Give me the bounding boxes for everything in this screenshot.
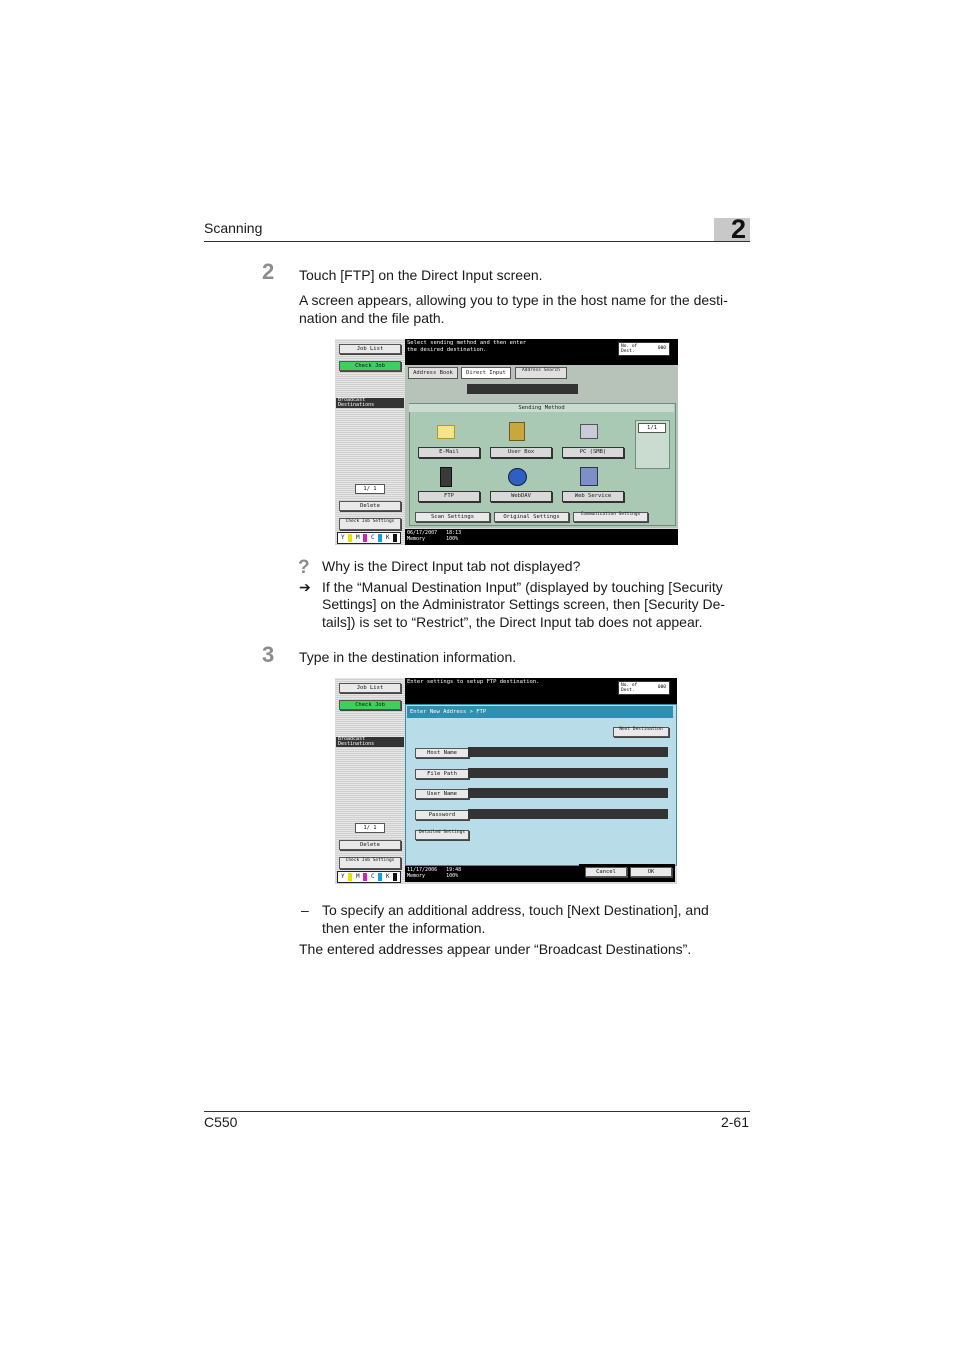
status-bar: 11/17/2006 19:48 Memory 100%	[405, 866, 581, 882]
toner-y-bar	[348, 873, 352, 881]
address-display	[467, 384, 578, 394]
password-field[interactable]	[468, 809, 668, 819]
footer-page-number: 2-61	[720, 1114, 749, 1130]
webdav-globe-icon	[508, 468, 527, 486]
pc-icon	[580, 424, 598, 439]
original-settings-button[interactable]: Original Settings	[494, 512, 569, 522]
next-destination-button[interactable]: Next Destination	[613, 727, 669, 737]
job-list-button[interactable]: Job List	[339, 344, 401, 354]
check-job-settings-button[interactable]: Check Job Settings	[339, 857, 401, 869]
header-rule	[204, 241, 750, 242]
footer-model: C550	[204, 1114, 238, 1130]
destination-count-value: 000	[657, 685, 666, 690]
screenshot-direct-input: Job List Check Job Broadcast Destination…	[335, 339, 678, 545]
password-button[interactable]: Password	[415, 810, 469, 820]
web-service-icon	[580, 467, 598, 486]
check-job-button[interactable]: Check Job	[339, 361, 401, 371]
toner-indicator: Y M C K	[337, 871, 401, 883]
status-memory-label: Memory	[407, 873, 426, 879]
toner-k-label: K	[386, 534, 390, 541]
tip-answer: Settings] on the Administrator Settings …	[322, 596, 726, 612]
toner-k-bar	[393, 534, 397, 542]
toner-c-label: C	[371, 534, 375, 541]
broadcast-destinations-label: Broadcast Destinations	[336, 398, 404, 408]
note-text: The entered addresses appear under “Broa…	[299, 941, 692, 957]
arrow-icon: ➔	[299, 579, 311, 595]
tip-answer: If the “Manual Destination Input” (displ…	[322, 579, 723, 595]
job-list-button[interactable]: Job List	[339, 683, 401, 693]
webdav-button[interactable]: WebDAV	[490, 491, 552, 502]
user-name-field[interactable]	[468, 788, 668, 798]
web-service-button[interactable]: Web Service	[562, 491, 624, 502]
toner-k-label: K	[386, 873, 390, 880]
destination-count: No. of Dest. 000	[618, 342, 670, 356]
email-button[interactable]: E-Mail	[418, 447, 480, 458]
toner-indicator: Y M C K	[337, 532, 401, 544]
tip-question: Why is the Direct Input tab not displaye…	[322, 558, 581, 574]
step-instruction: Touch [FTP] on the Direct Input screen.	[299, 267, 543, 283]
sending-method-title: Sending Method	[409, 404, 674, 412]
delete-button[interactable]: Delete	[339, 840, 401, 850]
section-title: Scanning	[204, 220, 263, 236]
question-icon: ?	[298, 557, 310, 578]
bullet-dash: –	[301, 902, 309, 918]
detailed-settings-button[interactable]: Detailed Settings	[415, 830, 469, 840]
toner-m-label: M	[356, 873, 360, 880]
file-path-field[interactable]	[468, 768, 668, 778]
bullet-text: then enter the information.	[322, 920, 486, 936]
status-memory-value: 100%	[446, 536, 459, 542]
ok-button[interactable]: OK	[630, 867, 672, 877]
check-job-button[interactable]: Check Job	[339, 700, 401, 710]
user-box-icon	[509, 422, 525, 441]
scan-settings-button[interactable]: Scan Settings	[415, 512, 490, 522]
tab-address-book[interactable]: Address Book	[408, 367, 458, 379]
broadcast-destinations-label: Broadcast Destinations	[336, 737, 404, 747]
page-indicator: 1/1	[638, 423, 666, 433]
file-path-button[interactable]: File Path	[415, 769, 469, 779]
toner-y-label: Y	[341, 534, 345, 541]
step-number: 3	[262, 642, 275, 667]
status-bar: 06/17/2007 18:13 Memory 100%	[405, 529, 678, 545]
host-name-button[interactable]: Host Name	[415, 748, 469, 758]
tab-address-search[interactable]: Address Search	[515, 367, 567, 379]
ftp-button[interactable]: FTP	[418, 491, 480, 502]
host-name-field[interactable]	[468, 747, 668, 757]
tip-answer: tails]) is set to “Restrict”, the Direct…	[322, 614, 703, 630]
toner-k-bar	[393, 873, 397, 881]
toner-m-bar	[363, 873, 367, 881]
footer-rule	[204, 1111, 750, 1112]
toner-c-bar	[378, 873, 382, 881]
step-paragraph: A screen appears, allowing you to type i…	[299, 292, 728, 308]
destination-count-value: 000	[657, 346, 666, 351]
breadcrumb: Enter New Address > FTP	[407, 706, 673, 718]
user-name-button[interactable]: User Name	[415, 789, 469, 799]
email-icon	[437, 425, 455, 439]
status-memory-value: 100%	[446, 873, 459, 879]
pc-smb-button[interactable]: PC (SMB)	[562, 447, 624, 458]
destination-count-label: No. of Dest.	[621, 344, 638, 354]
toner-c-label: C	[371, 873, 375, 880]
ftp-server-icon	[440, 467, 452, 487]
user-box-button[interactable]: User Box	[490, 447, 552, 458]
page-counter: 1/ 1	[355, 484, 385, 494]
delete-button[interactable]: Delete	[339, 501, 401, 511]
page-counter: 1/ 1	[355, 823, 385, 833]
toner-m-label: M	[356, 534, 360, 541]
step-paragraph: nation and the file path.	[299, 310, 445, 326]
check-job-settings-button[interactable]: Check Job Settings	[339, 518, 401, 530]
screenshot-ftp-setup: Job List Check Job Broadcast Destination…	[335, 678, 677, 884]
toner-c-bar	[378, 534, 382, 542]
tab-direct-input[interactable]: Direct Input	[461, 367, 511, 379]
toner-y-label: Y	[341, 873, 345, 880]
destination-count: No. of Dest. 000	[618, 681, 670, 695]
communication-settings-button[interactable]: Communication Settings	[573, 512, 648, 522]
bullet-text: To specify an additional address, touch …	[322, 902, 709, 918]
destination-count-label: No. of Dest.	[621, 683, 638, 693]
toner-m-bar	[363, 534, 367, 542]
step-number: 2	[262, 259, 275, 284]
toner-y-bar	[348, 534, 352, 542]
step-instruction: Type in the destination information.	[299, 649, 517, 665]
status-memory-label: Memory	[407, 536, 426, 542]
cancel-button[interactable]: Cancel	[585, 867, 627, 877]
